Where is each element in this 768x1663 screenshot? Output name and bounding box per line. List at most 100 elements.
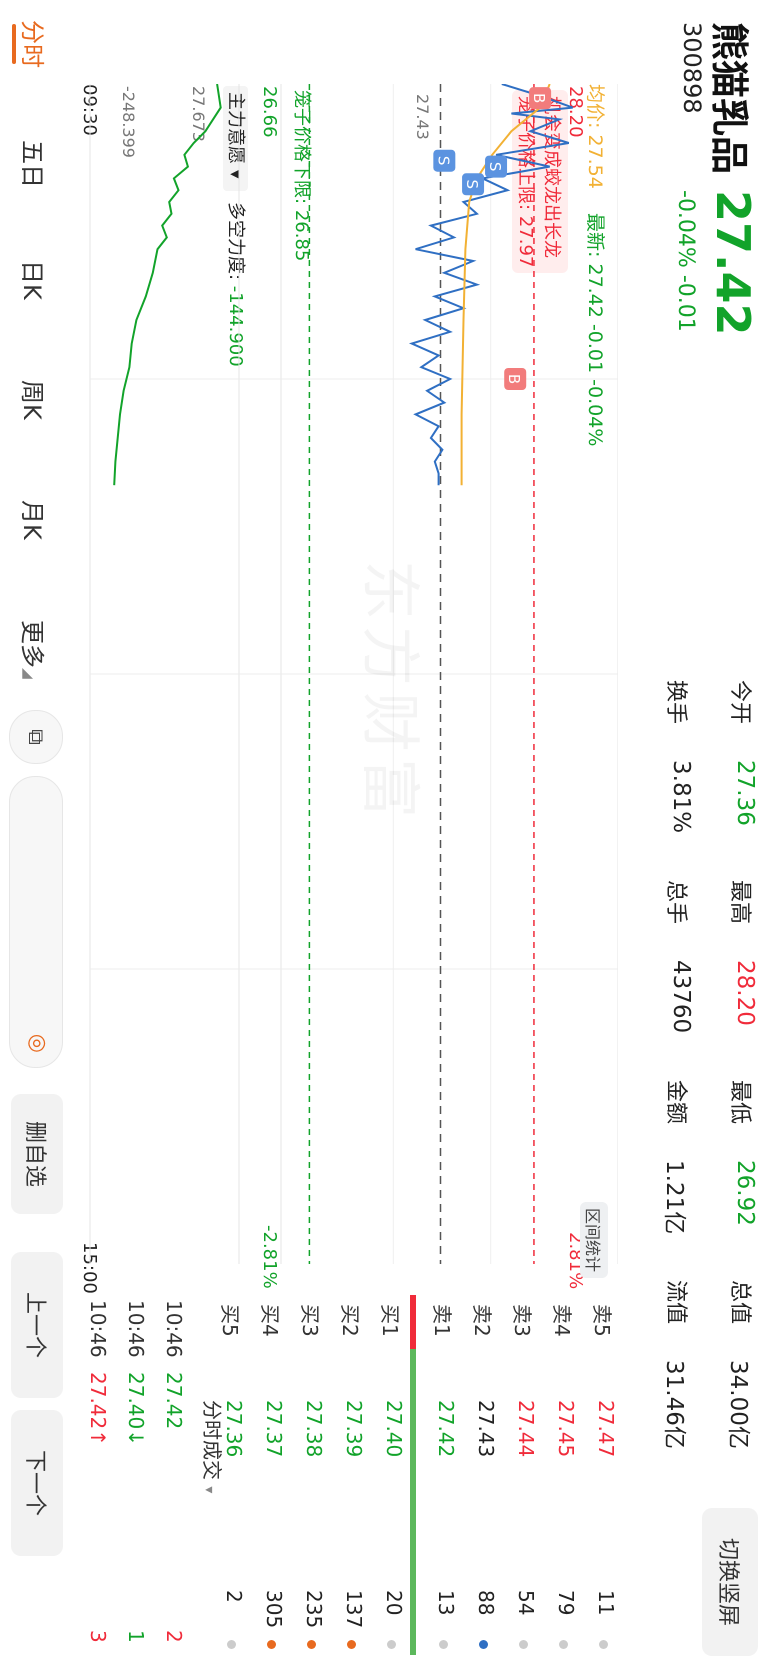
orderbook-price: 27.40 <box>382 1400 406 1458</box>
orderbook-dot-icon <box>267 1640 276 1649</box>
sell-marker-text: S <box>463 180 481 190</box>
orderbook-dot-icon <box>227 1640 236 1649</box>
stat-label: 今开 <box>727 680 752 725</box>
tab-label: 周K <box>18 380 46 420</box>
tab-label: 日K <box>18 260 46 300</box>
orderbook-volume: 20 <box>382 1590 406 1616</box>
orderbook-volume: 54 <box>514 1590 538 1616</box>
current-price: 27.42 <box>706 190 760 336</box>
trade-volume: 3 <box>86 1630 110 1643</box>
trade-time: 10:46 <box>124 1300 148 1358</box>
orderbook-volume: 305 <box>262 1590 286 1629</box>
orderbook-price: 27.45 <box>554 1400 578 1458</box>
sell-marker-text: S <box>486 162 504 172</box>
tab-active-underline <box>12 24 16 64</box>
prev-button[interactable]: 上一个 <box>11 1252 63 1398</box>
orderbook-price: 27.44 <box>514 1400 538 1458</box>
stat-value: 34.00亿 <box>725 1360 751 1449</box>
buy-marker-text: B <box>505 374 523 384</box>
orderbook-volume: 88 <box>474 1590 498 1616</box>
trade-row: 10:46 27.42 2 <box>150 1300 186 1660</box>
orderbook-dot-icon <box>347 1640 356 1649</box>
sell-marker-text: S <box>434 156 452 166</box>
orderbook-volume: 235 <box>302 1590 326 1629</box>
series-line-0 <box>408 84 574 486</box>
next-button[interactable]: 下一个 <box>11 1410 63 1556</box>
orderbook-divider <box>410 1295 416 1655</box>
remove-watch-label: 删自选 <box>22 1120 47 1187</box>
orderbook-level-label: 买4 <box>258 1304 282 1337</box>
stat-value: 31.46亿 <box>661 1360 687 1449</box>
trade-volume: 1 <box>124 1630 148 1643</box>
chart-series <box>113 84 574 486</box>
orderbook-price: 27.38 <box>302 1400 326 1458</box>
stat-value: 26.92 <box>732 1160 758 1226</box>
orderbook-level-label: 卖3 <box>510 1304 534 1337</box>
orderbook-price: 27.39 <box>342 1400 366 1458</box>
orderbook-row[interactable]: 卖4 27.45 79 <box>538 1290 578 1660</box>
tab-0[interactable]: 分时 <box>12 20 52 68</box>
orderbook-dot-icon <box>307 1640 316 1649</box>
trades-title-text: 分时成交 <box>200 1400 224 1480</box>
stat-value: 27.36 <box>732 760 758 826</box>
trade-price: 27.40↓ <box>124 1372 148 1447</box>
orderbook-row[interactable]: 卖3 27.44 54 <box>498 1290 538 1660</box>
trade-volume: 2 <box>162 1630 186 1643</box>
stock-name: 熊猫乳品 <box>707 22 751 175</box>
orderbook-row[interactable]: 卖1 27.42 13 <box>418 1290 458 1660</box>
stock-code: 300898 <box>678 22 706 114</box>
change-amount: -0.01 <box>673 274 698 332</box>
orderbook-row[interactable]: 买1 27.40 20 <box>366 1290 406 1660</box>
stat-value: 1.21亿 <box>661 1160 687 1235</box>
orderbook-row[interactable]: 卖5 27.47 11 <box>578 1290 618 1660</box>
next-label: 下一个 <box>22 1449 47 1516</box>
landscape-stage: 熊猫乳品 300898 27.42 -0.04% -0.01 今开 27.36 最高… <box>0 0 768 1663</box>
trade-row: 10:46 27.40↓ 1 <box>112 1300 148 1660</box>
screenshot-icon: ⧉ <box>23 729 49 745</box>
orderbook-row[interactable]: 买4 27.37 305 <box>246 1290 286 1660</box>
orderbook-dot-icon <box>559 1640 568 1649</box>
prev-label: 上一个 <box>22 1291 47 1358</box>
tab-1[interactable]: 五日 <box>17 140 52 188</box>
orderbook-price: 27.43 <box>474 1400 498 1458</box>
stat-label: 最高 <box>727 880 752 925</box>
sub-series-line-0 <box>113 84 222 486</box>
tab-3[interactable]: 周K <box>17 380 52 420</box>
trade-time: 10:46 <box>86 1300 110 1358</box>
change-pct: -0.04% <box>673 190 698 268</box>
orderbook-dot-icon <box>439 1640 448 1649</box>
buy-marker-text: B <box>530 93 548 103</box>
orderbook-row[interactable]: 买3 27.38 235 <box>286 1290 326 1660</box>
watermark: 东方财富 <box>351 560 438 824</box>
stat-label: 换手 <box>663 680 688 725</box>
tab-label: 分时 <box>18 20 46 68</box>
input-pill[interactable]: ◎ <box>9 776 63 1068</box>
tab-label: 更多 <box>18 620 46 668</box>
remove-watch-button[interactable]: 删自选 <box>11 1094 63 1214</box>
tab-5[interactable]: 更多◢ <box>17 620 52 679</box>
orderbook-level-label: 买1 <box>378 1304 402 1337</box>
chevron-down-icon: ▾ <box>201 1486 217 1494</box>
tab-4[interactable]: 月K <box>17 500 52 540</box>
price-change: -0.04% -0.01 <box>673 190 698 332</box>
orderbook-level-label: 卖4 <box>550 1304 574 1337</box>
orderbook-volume: 11 <box>594 1590 618 1616</box>
orderbook-row[interactable]: 卖2 27.43 88 <box>458 1290 498 1660</box>
orderbook-dot-icon <box>599 1640 608 1649</box>
intraday-chart[interactable]: SSSBB <box>78 84 618 1264</box>
screenshot-icon-button[interactable]: ⧉ <box>9 710 63 764</box>
orderbook-level-label: 卖2 <box>470 1304 494 1337</box>
stat-label: 金额 <box>663 1080 688 1125</box>
switch-portrait-button[interactable]: 切换竖屏 <box>702 1508 758 1656</box>
stat-value: 28.20 <box>732 960 758 1026</box>
stat-label: 总手 <box>663 880 688 925</box>
orderbook-level-label: 卖1 <box>430 1304 454 1337</box>
stat-value: 3.81% <box>668 760 694 834</box>
orderbook-price: 27.42 <box>434 1400 458 1458</box>
orderbook-row[interactable]: 买2 27.39 137 <box>326 1290 366 1660</box>
orderbook-volume: 2 <box>222 1590 246 1603</box>
orderbook-price: 27.37 <box>262 1400 286 1458</box>
orderbook-volume: 137 <box>342 1590 366 1629</box>
orderbook-dot-icon <box>387 1640 396 1649</box>
tab-2[interactable]: 日K <box>17 260 52 300</box>
